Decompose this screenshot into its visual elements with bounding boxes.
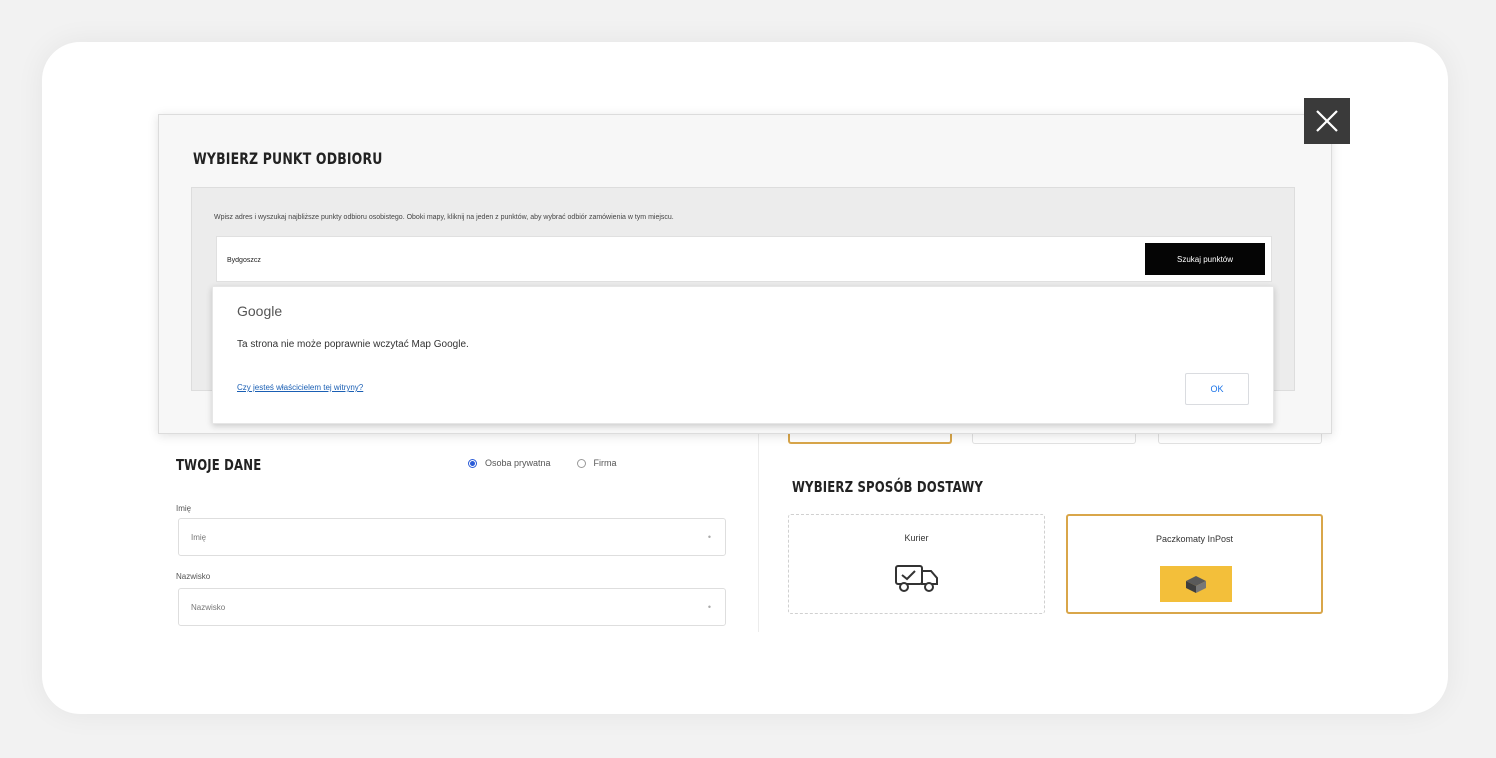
delivery-method-title: WYBIERZ SPOSÓB DOSTAWY xyxy=(792,478,984,496)
radio-checked-icon[interactable] xyxy=(468,458,477,468)
modal-instructions: Wpisz adres i wyszukaj najbliższe punkty… xyxy=(214,214,674,221)
first-name-field[interactable]: Imię • xyxy=(178,518,726,556)
first-name-placeholder: Imię xyxy=(191,532,207,542)
modal-title: WYBIERZ PUNKT ODBIORU xyxy=(193,149,383,168)
radio-private-person[interactable]: Osoba prywatna xyxy=(468,458,551,468)
radio-company[interactable]: Firma xyxy=(576,458,617,468)
field-indicator-icon: • xyxy=(707,532,711,542)
inpost-locker-icon xyxy=(1160,566,1232,602)
last-name-label: Nazwisko xyxy=(176,572,211,581)
site-owner-link[interactable]: Czy jesteś właścicielem tej witryny? xyxy=(237,383,363,392)
field-indicator-icon: • xyxy=(707,602,711,612)
address-search-input[interactable] xyxy=(225,249,1129,271)
radio-company-label: Firma xyxy=(593,458,617,468)
courier-label: Kurier xyxy=(904,533,929,543)
maps-error-message: Ta strona nie może poprawnie wczytać Map… xyxy=(237,339,469,350)
last-name-placeholder: Nazwisko xyxy=(191,602,226,612)
google-maps-error-dialog: Google Ta strona nie może poprawnie wczy… xyxy=(212,286,1274,424)
search-points-button[interactable]: Szukaj punktów xyxy=(1145,243,1265,275)
radio-private-label: Osoba prywatna xyxy=(485,458,551,468)
radio-unchecked-icon[interactable] xyxy=(576,458,586,468)
first-name-label: Imię xyxy=(176,504,192,513)
close-icon xyxy=(1316,110,1338,132)
personal-data-title: TWOJE DANE xyxy=(176,456,262,474)
delivery-option-courier[interactable]: Kurier xyxy=(788,514,1045,614)
truck-icon xyxy=(895,565,938,592)
screenshot-card: TWOJE DANE Osoba prywatna Firma Imię Imi… xyxy=(42,42,1448,714)
inpost-label: Paczkomaty InPost xyxy=(1155,534,1234,544)
delivery-option-inpost[interactable]: Paczkomaty InPost xyxy=(1066,514,1323,614)
search-row: Szukaj punktów xyxy=(216,236,1272,282)
close-modal-button[interactable] xyxy=(1304,98,1350,144)
google-brand: Google xyxy=(237,303,283,319)
column-divider xyxy=(758,422,759,632)
ok-button[interactable]: OK xyxy=(1185,373,1249,405)
customer-type-radio-group: Osoba prywatna Firma xyxy=(468,458,617,468)
last-name-field[interactable]: Nazwisko • xyxy=(178,588,726,626)
